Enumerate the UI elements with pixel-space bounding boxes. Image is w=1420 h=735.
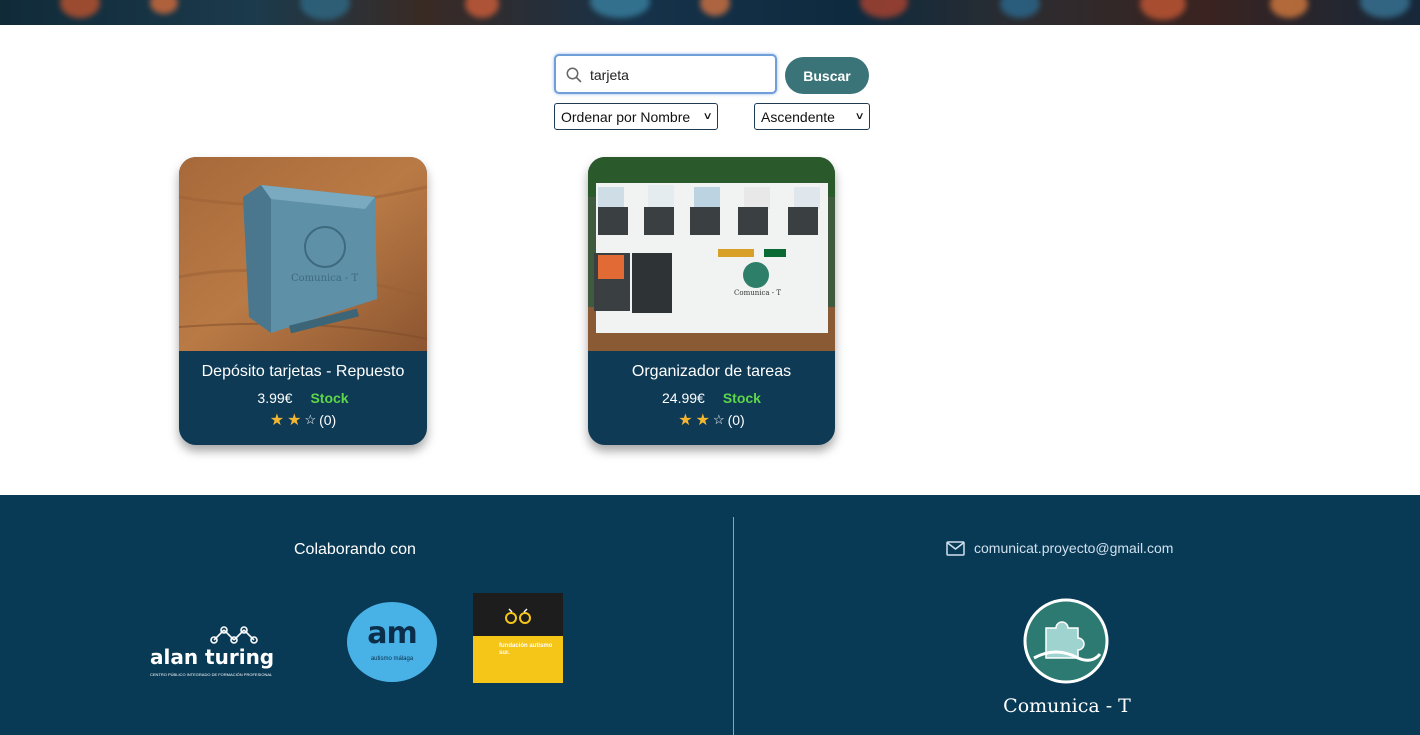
footer-divider <box>733 517 734 735</box>
comunica-t-logo[interactable] <box>1022 598 1110 684</box>
star-icon: ★ <box>269 412 285 429</box>
star-outline-icon: ☆ <box>712 412 725 427</box>
svg-text:Comunica - T: Comunica - T <box>291 273 359 284</box>
search-field[interactable] <box>554 54 777 94</box>
chevron-down-icon: ∨ <box>702 111 713 122</box>
search-input[interactable] <box>590 64 770 86</box>
product-image[interactable]: Comunica - T <box>179 157 427 351</box>
autismo-malaga-logo[interactable]: am autismo málaga <box>347 602 437 682</box>
am-logo-text: am <box>367 616 418 651</box>
stock-badge: Stock <box>310 390 349 406</box>
stock-badge: Stock <box>722 390 761 406</box>
search-icon <box>566 67 582 83</box>
product-info: Depósito tarjetas - Repuesto 3.99€ Stock… <box>179 351 427 445</box>
product-image[interactable]: Comunica - T <box>588 157 835 351</box>
chevron-down-icon: ∨ <box>854 111 865 122</box>
rating-count: (0) <box>319 412 337 428</box>
sort-field-select[interactable]: Ordenar por Nombre ∨ <box>554 103 718 130</box>
product-card[interactable]: Comunica - T Depósito tarjetas - Repuest… <box>179 157 427 445</box>
alan-turing-logo[interactable]: alan turing CENTRO PÚBLICO INTEGRADO DE … <box>150 620 312 685</box>
rating: ★ ★ ☆ (0) <box>588 410 835 430</box>
email-link[interactable]: comunicat.proyecto@gmail.com <box>974 540 1173 556</box>
svg-text:alan turing: alan turing <box>150 645 274 669</box>
mail-icon <box>946 540 965 556</box>
fundacion-autismo-sur-logo[interactable]: fundación autismo sur. <box>473 593 563 683</box>
collab-title: Colaborando con <box>294 541 416 558</box>
brand-name: Comunica - T <box>1003 695 1131 717</box>
product-price: 3.99€ <box>257 390 293 406</box>
star-icon: ★ <box>695 412 710 429</box>
svg-text:Comunica - T: Comunica - T <box>734 289 781 297</box>
star-icon: ★ <box>678 412 693 429</box>
product-card[interactable]: Comunica - T Organizador de tareas 24.99… <box>588 157 835 445</box>
sort-direction-select[interactable]: Ascendente ∨ <box>754 103 870 130</box>
rating-count: (0) <box>727 412 745 428</box>
product-title[interactable]: Depósito tarjetas - Repuesto <box>179 363 427 381</box>
svg-text:CENTRO PÚBLICO INTEGRADO DE FO: CENTRO PÚBLICO INTEGRADO DE FORMACIÓN PR… <box>150 672 273 677</box>
contact-email[interactable]: comunicat.proyecto@gmail.com <box>946 540 1173 556</box>
star-icon: ★ <box>287 412 302 429</box>
product-info: Organizador de tareas 24.99€ Stock ★ ★ ☆… <box>588 351 835 445</box>
am-logo-subtitle: autismo málaga <box>370 656 414 662</box>
star-outline-icon: ☆ <box>304 412 317 427</box>
product-title[interactable]: Organizador de tareas <box>588 363 835 381</box>
search-button[interactable]: Buscar <box>785 57 869 94</box>
fundacion-logo-text: fundación autismo sur. <box>499 643 553 656</box>
hero-banner <box>0 0 1420 25</box>
footer: Colaborando con alan turing CENTRO PÚBLI… <box>0 495 1420 735</box>
sort-direction-value: Ascendente <box>761 108 835 125</box>
product-price: 24.99€ <box>662 390 705 406</box>
sort-field-value: Ordenar por Nombre <box>561 108 691 125</box>
rating: ★ ★ ☆ (0) <box>179 410 427 430</box>
